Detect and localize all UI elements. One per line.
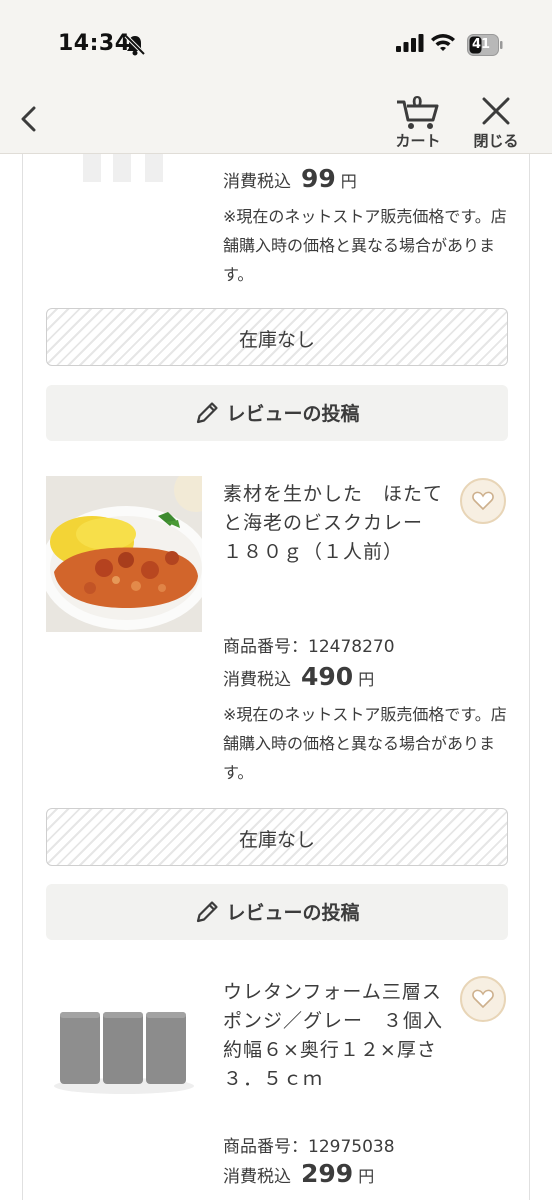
out-of-stock-button: 在庫なし bbox=[46, 808, 508, 866]
battery-level: 41 bbox=[471, 37, 491, 52]
price-unit: 円 bbox=[340, 172, 357, 191]
price-value: 490 bbox=[301, 662, 354, 691]
favorite-button[interactable] bbox=[460, 478, 506, 524]
price-row: 消費税込 299 円 bbox=[223, 1159, 374, 1189]
cart-button[interactable]: 0 カート bbox=[390, 92, 446, 150]
stock-label: 在庫なし bbox=[238, 329, 315, 351]
chevron-left-icon bbox=[21, 106, 36, 132]
bell-slash-icon bbox=[124, 34, 146, 56]
heart-icon bbox=[472, 491, 494, 511]
price-row: 消費税込 99 円 bbox=[223, 164, 357, 194]
price-label: 消費税込 bbox=[223, 172, 291, 192]
price-note: ※現在のネットストア販売価格です。店舗購入時の価格と異なる場合があります。 bbox=[223, 705, 507, 782]
product-code: 商品番号：12478270 bbox=[223, 637, 395, 657]
sponge-photo bbox=[46, 976, 202, 1132]
status-time: 14:34 bbox=[58, 31, 131, 56]
product-image-packets[interactable] bbox=[83, 154, 163, 184]
review-label: レビューの投稿 bbox=[226, 902, 360, 924]
price-unit: 円 bbox=[358, 670, 375, 689]
review-label: レビューの投稿 bbox=[226, 403, 360, 425]
favorite-button[interactable] bbox=[460, 976, 506, 1022]
price-value: 299 bbox=[301, 1159, 354, 1188]
stock-label: 在庫なし bbox=[238, 829, 315, 851]
post-review-button[interactable]: レビューの投稿 bbox=[46, 884, 508, 940]
pencil-icon bbox=[197, 900, 219, 922]
cart-label: カート bbox=[395, 132, 441, 150]
price-note: ※現在のネットストア販売価格です。店舗購入時の価格と異なる場合があります。 bbox=[223, 207, 507, 284]
pencil-icon bbox=[197, 401, 219, 423]
product-title[interactable]: ウレタンフォーム三層スポンジ／グレー ３個入 約幅６×奥行１２×厚さ３．５ｃｍ bbox=[223, 978, 462, 1094]
price-label: 消費税込 bbox=[223, 670, 291, 690]
cellular-signal-icon bbox=[396, 34, 424, 52]
close-icon bbox=[482, 97, 510, 125]
product-image-sponge[interactable] bbox=[46, 976, 202, 1132]
product-code: 商品番号：12975038 bbox=[223, 1137, 395, 1157]
product-list: 消費税込 99 円 ※現在のネットストア販売価格です。店舗購入時の価格と異なる場合が… bbox=[22, 154, 530, 1200]
heart-icon bbox=[472, 989, 494, 1009]
price-unit: 円 bbox=[358, 1167, 375, 1186]
back-button[interactable] bbox=[16, 104, 44, 134]
out-of-stock-button: 在庫なし bbox=[46, 308, 508, 366]
price-row: 消費税込 490 円 bbox=[223, 662, 374, 692]
product-image-curry[interactable] bbox=[46, 476, 202, 632]
price-label: 消費税込 bbox=[223, 1167, 291, 1187]
curry-photo bbox=[46, 476, 202, 632]
app-header: 0 カート 閉じる bbox=[0, 90, 552, 154]
post-review-button[interactable]: レビューの投稿 bbox=[46, 385, 508, 441]
cart-icon bbox=[397, 100, 439, 129]
wifi-icon bbox=[431, 34, 455, 51]
status-bar: 14:34 41 bbox=[0, 0, 552, 90]
close-button[interactable]: 閉じる bbox=[468, 92, 524, 150]
product-title[interactable]: 素材を生かした ほたてと海老のビスクカレー １８０ｇ（１人前） bbox=[223, 480, 443, 567]
price-value: 99 bbox=[301, 164, 336, 193]
close-label: 閉じる bbox=[473, 132, 519, 150]
